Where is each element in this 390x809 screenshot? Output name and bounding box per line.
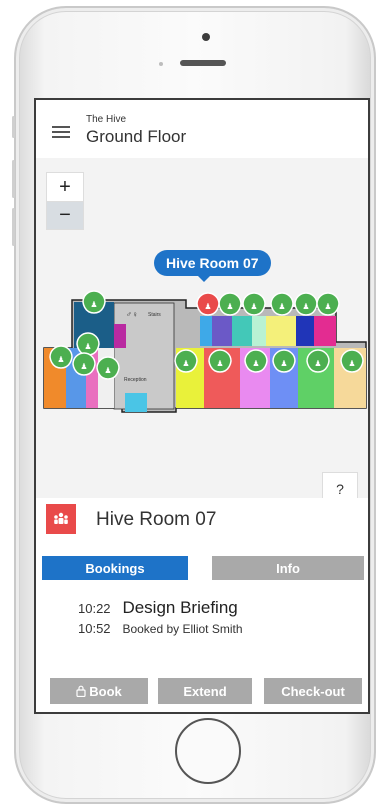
action-bar: Book Extend Check-out [50,678,362,704]
stairs-label: Stairs [148,312,161,318]
svg-text:♟: ♟ [182,359,189,368]
meeting-room-icon [46,504,76,534]
booking-owner: Booked by Elliot Smith [122,622,243,636]
book-label: Book [89,683,122,699]
volume-down-button [12,208,15,246]
svg-text:♟: ♟ [348,359,355,368]
room-tooltip: Hive Room 07 [154,250,271,282]
svg-text:♟: ♟ [314,359,321,368]
floor-map[interactable]: Stairs Reception ♂♀ ♟ ♟ ♟ ♟ ♟ ♟ ♟ ♟ ♟ ♟ … [36,158,368,502]
svg-text:♟: ♟ [252,359,259,368]
book-button[interactable]: Book [50,678,148,704]
zoom-in-button[interactable]: + [46,172,84,201]
booking-end-time: 10:52 [78,621,111,636]
svg-text:♟: ♟ [204,302,211,311]
svg-text:♟: ♟ [302,302,309,311]
menu-icon[interactable] [52,126,70,138]
checkout-button[interactable]: Check-out [264,678,362,704]
svg-text:♟: ♟ [250,302,257,311]
room-name: Hive Room 07 [96,509,217,530]
tab-info[interactable]: Info [212,556,364,580]
home-button[interactable] [175,718,241,784]
svg-text:♟: ♟ [90,300,97,309]
tab-bookings[interactable]: Bookings [42,556,188,580]
floor-title: Ground Floor [86,127,187,146]
app-bar: The Hive Ground Floor [36,100,368,158]
svg-text:♟: ♟ [280,359,287,368]
volume-up-button [12,160,15,198]
zoom-out-button[interactable]: − [46,201,84,230]
svg-text:♟: ♟ [278,302,285,311]
svg-text:♟: ♟ [226,302,233,311]
svg-text:♟: ♟ [104,366,111,375]
svg-text:♟: ♟ [324,302,331,311]
svg-text:♟: ♟ [80,362,87,371]
svg-text:♟: ♟ [57,355,64,364]
svg-text:♟: ♟ [84,342,91,351]
floor-plan: Stairs Reception ♂♀ ♟♟♟ ♟ ♟♟ ♟ ♟ ♟ ♟ ♟♟ … [43,290,367,413]
proximity-sensor [159,62,163,66]
building-name: The Hive [86,114,127,125]
extend-button[interactable]: Extend [158,678,252,704]
zoom-control: + − [46,172,84,230]
toilet-icon: ♂♀ [126,310,138,319]
svg-text:♟: ♟ [216,359,223,368]
booking-entry[interactable]: 10:22 Design Briefing 10:52 Booked by El… [78,598,243,638]
earpiece-speaker [180,60,226,66]
booking-start-time: 10:22 [78,601,111,616]
app-screen: The Hive Ground Floor Stairs Reception ♂… [34,98,370,714]
reception-label: Reception [124,377,147,383]
room-panel: Hive Room 07 Bookings Info 10:22 Design … [36,498,368,712]
lock-icon [76,685,86,697]
front-camera [202,33,210,41]
panel-tabs: Bookings Info [42,556,364,580]
booking-title: Design Briefing [122,598,238,617]
mute-switch [12,116,15,138]
